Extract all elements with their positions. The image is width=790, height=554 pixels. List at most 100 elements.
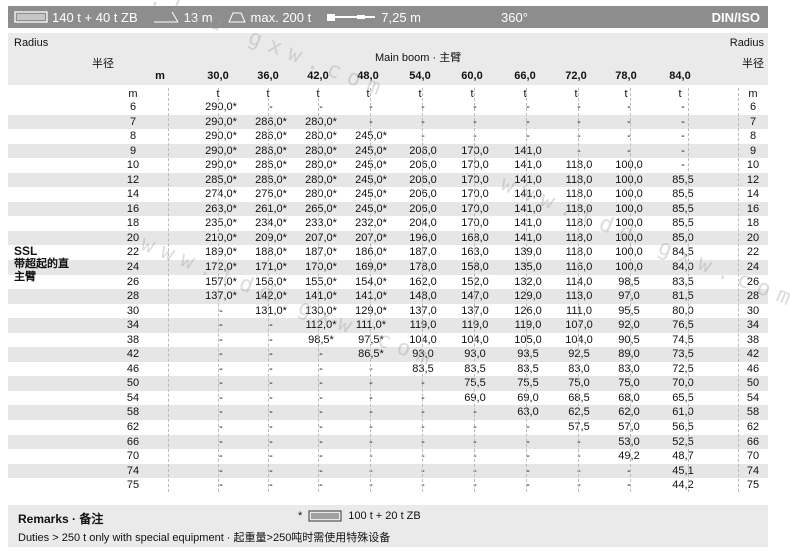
load-cell: 118,0 (565, 188, 593, 201)
load-cell: - (269, 101, 273, 113)
radius-cell: 18 (126, 217, 140, 230)
load-cell: - (421, 464, 425, 477)
load-cell: 234,0* (255, 217, 287, 230)
unit-m-left: m (128, 88, 138, 100)
radius-cell: 24 (126, 261, 140, 274)
load-cell: 100,0 (615, 246, 643, 259)
load-cell: 93,0 (412, 348, 434, 361)
load-cell: 188,0* (255, 246, 287, 259)
remarks-title: Remarks · 备注 (18, 512, 104, 526)
load-cell: 118,0 (565, 173, 593, 186)
remarks-note: Duties > 250 t only with special equipme… (18, 532, 391, 544)
boom-length-unit: m (155, 70, 165, 82)
radius-cell-right: 22 (746, 246, 760, 259)
load-cell: 206,0 (409, 173, 437, 186)
load-cell: 92,0 (618, 319, 640, 332)
load-cell: 84,5 (672, 246, 694, 259)
load-cell: 178,0 (409, 261, 437, 274)
load-cell: - (473, 464, 477, 477)
load-cell: 170,0 (461, 144, 489, 157)
table-row: 50 - - - - - 75,5 75,5 75,0 75,0 70,0 50 (8, 376, 768, 391)
load-cell: 141,0 (514, 217, 542, 230)
radius-cell-right: 46 (746, 362, 760, 375)
radius-cell: 16 (126, 202, 140, 215)
table-row: 46 - - - - 83,5 83,5 83,5 83,0 83,0 72,5 46 (8, 362, 768, 377)
load-cell: 114,0 (565, 275, 593, 288)
unit-t: t (523, 88, 527, 100)
load-cell: 83,0 (618, 362, 640, 375)
table-row: 62 - - - - - - - 57,5 57,0 56,5 62 (8, 420, 768, 435)
column-divider (578, 88, 579, 492)
radius-text: 13 m (183, 9, 213, 25)
load-cell: 148,0 (409, 290, 437, 303)
load-cell: - (526, 101, 530, 113)
load-cell: 280,0* (305, 188, 337, 201)
radius-cell-right: 18 (746, 217, 760, 230)
load-cell: 276,0* (255, 188, 287, 201)
column-divider (688, 88, 689, 492)
load-cell: - (269, 421, 273, 434)
load-cell: - (681, 130, 685, 143)
load-cell: 135,0 (514, 261, 542, 274)
load-cell: - (421, 101, 425, 113)
load-cell: 104,0 (565, 333, 593, 346)
radius-cell-right: 12 (746, 173, 760, 186)
load-cell: - (369, 406, 373, 419)
load-cell: 83,5 (412, 362, 434, 375)
radius-cell-right: 54 (746, 391, 760, 404)
load-cell: - (219, 348, 223, 361)
load-cell: - (473, 406, 477, 419)
load-cell: 170,0* (305, 261, 337, 274)
load-cell: 156,0* (255, 275, 287, 288)
legend-text: 100 t + 20 t ZB (348, 510, 421, 522)
table-row: 12 285,0* 286,0* 280,0* 245,0* 206,0 170,0 141,… (8, 172, 768, 188)
load-cell: 57,0 (618, 421, 640, 434)
load-cell: 206,0 (409, 144, 437, 157)
load-cell: - (627, 144, 631, 157)
radius-cell: 14 (126, 188, 140, 201)
radius-cell: 7 (129, 115, 137, 128)
load-cell: 69,0 (464, 391, 486, 404)
load-cell: - (421, 377, 425, 390)
load-cell: - (269, 319, 273, 332)
load-cell: 86,5* (358, 348, 384, 361)
load-cell: 69,0 (517, 391, 539, 404)
boom-config-text: 140 t + 40 t ZB (52, 9, 138, 25)
load-cell: 118,0 (565, 246, 593, 259)
radius-cell: 50 (126, 377, 140, 390)
load-cell: 189,0* (205, 246, 237, 259)
load-cell: 100,0 (615, 202, 643, 215)
load-cell: 286,0* (255, 115, 287, 128)
load-cell: - (369, 391, 373, 404)
load-cell: 118,0 (565, 231, 593, 244)
load-cell: - (473, 435, 477, 448)
load-cell: - (319, 377, 323, 390)
load-cell: - (473, 479, 477, 492)
load-cell: - (421, 130, 425, 143)
load-cell: 171,0* (255, 261, 287, 274)
load-cell: - (577, 464, 581, 477)
load-cell: - (269, 377, 273, 390)
load-cell: 100,0 (615, 261, 643, 274)
load-cell: 280,0* (305, 130, 337, 143)
load-cell: - (369, 450, 373, 463)
radius-cell-right: 70 (746, 450, 760, 463)
load-cell: 100,0 (615, 217, 643, 230)
load-cell: 118,0 (565, 159, 593, 172)
load-cell: 75,5 (517, 377, 539, 390)
radius-cell: 10 (126, 159, 140, 172)
load-cell: 206,0 (409, 188, 437, 201)
load-cell: - (421, 421, 425, 434)
load-cell: - (219, 319, 223, 332)
load-cell: 45,1 (672, 464, 694, 477)
table-row: 8 290,0* 286,0* 280,0* 245,0* - - - - - - 8 (8, 129, 768, 144)
load-cell: - (526, 435, 530, 448)
load-cell: 168,0 (461, 231, 489, 244)
load-cell: - (577, 115, 581, 128)
load-cell: - (269, 450, 273, 463)
load-cell: - (681, 144, 685, 157)
load-cell: - (319, 362, 323, 375)
radius-cell-right: 42 (746, 348, 760, 361)
load-cell: - (421, 435, 425, 448)
load-cell: 118,0 (565, 202, 593, 215)
